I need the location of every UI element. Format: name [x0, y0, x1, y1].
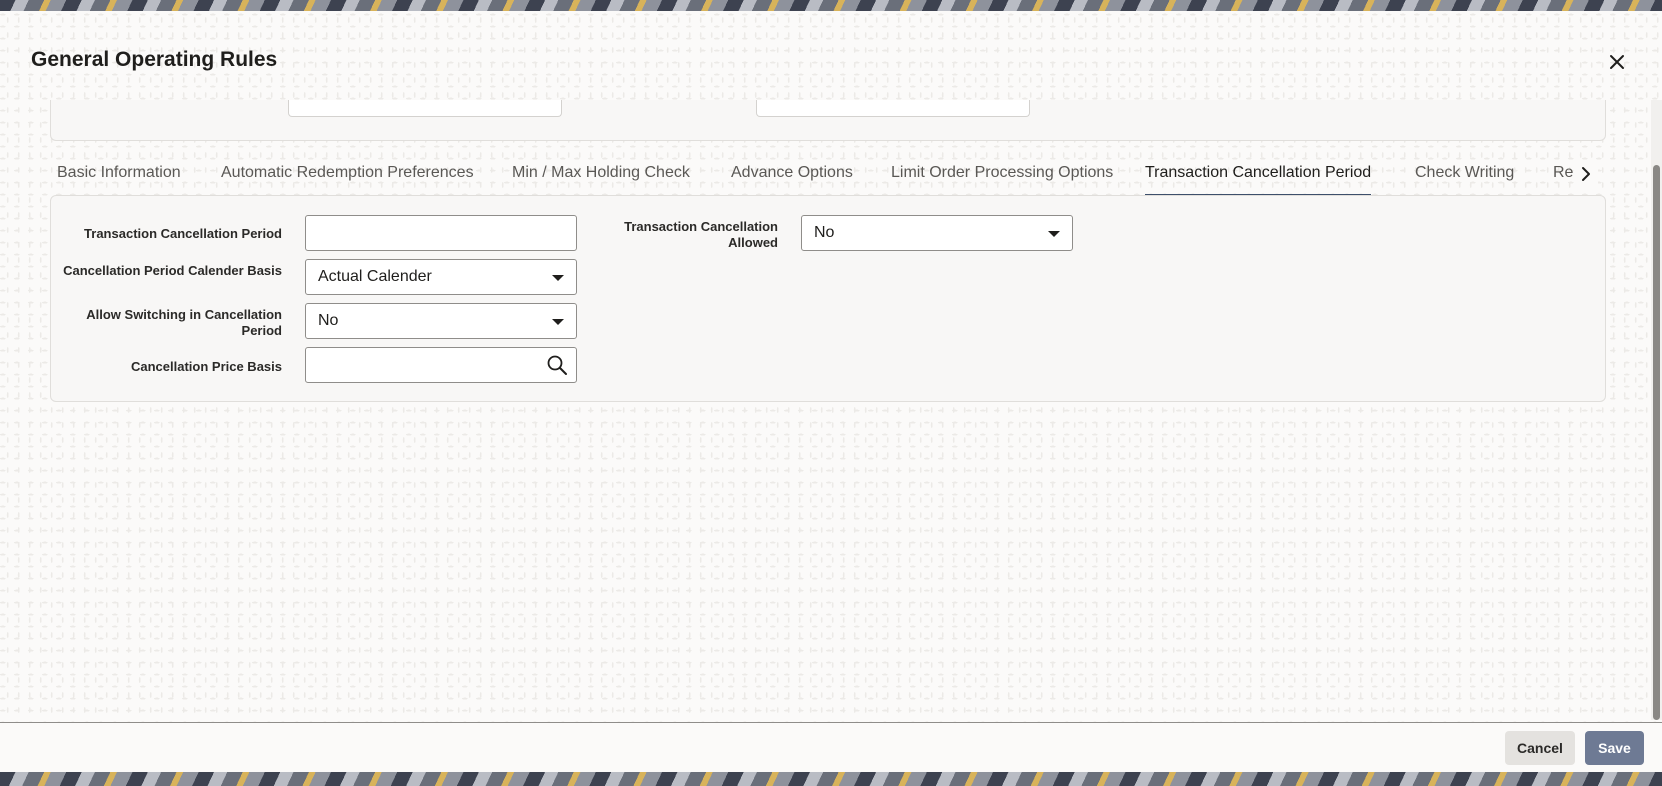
chevron-right-icon	[1582, 167, 1590, 181]
transaction-cancellation-period-text[interactable]	[318, 218, 538, 248]
save-button[interactable]: Save	[1585, 731, 1644, 765]
tab-truncated[interactable]: Re	[1553, 162, 1573, 194]
cancel-button[interactable]: Cancel	[1505, 731, 1575, 765]
tab-transaction-cancellation-period[interactable]: Transaction Cancellation Period	[1145, 162, 1372, 196]
cancellation-price-basis-text[interactable]	[318, 350, 538, 380]
close-icon	[1610, 55, 1624, 69]
close-button[interactable]	[1604, 49, 1630, 75]
scrollbar-thumb[interactable]	[1653, 165, 1660, 720]
top-decorative-strip	[0, 0, 1662, 11]
allow-switching-value: No	[318, 312, 339, 329]
search-icon[interactable]	[546, 354, 568, 376]
tab-scroll-right-button[interactable]	[1574, 160, 1598, 188]
label-allow-switching: Allow Switching in Cancellation Period	[86, 307, 282, 338]
cancellation-period-calender-basis-select[interactable]: Actual Calender	[305, 259, 577, 295]
tab-limit-order-processing-options[interactable]: Limit Order Processing Options	[891, 162, 1113, 194]
tab-basic-information[interactable]: Basic Information	[57, 162, 181, 194]
caret-down-icon	[1048, 231, 1060, 237]
bottom-decorative-strip	[0, 772, 1662, 786]
header-field-2[interactable]	[756, 100, 1030, 117]
header-panel	[50, 100, 1606, 141]
label-cancellation-price-basis: Cancellation Price Basis	[130, 359, 282, 374]
label-transaction-cancellation-period: Transaction Cancellation Period	[84, 226, 282, 241]
tab-automatic-redemption-preferences[interactable]: Automatic Redemption Preferences	[221, 162, 474, 194]
transaction-cancellation-allowed-value: No	[814, 224, 835, 241]
transaction-cancellation-period-input[interactable]	[305, 215, 577, 251]
label-transaction-cancellation-allowed: Transaction Cancellation Allowed	[624, 219, 778, 250]
allow-switching-select[interactable]: No	[305, 303, 577, 339]
tab-min-max-holding-check[interactable]: Min / Max Holding Check	[512, 162, 690, 194]
cancellation-price-basis-input[interactable]	[305, 347, 577, 383]
label-cancellation-period-calender-basis: Cancellation Period Calender Basis	[63, 263, 282, 278]
tab-advance-options[interactable]: Advance Options	[731, 162, 853, 194]
tab-check-writing[interactable]: Check Writing	[1415, 162, 1514, 194]
transaction-cancellation-allowed-select[interactable]: No	[801, 215, 1073, 251]
header-field-1[interactable]	[288, 100, 562, 117]
cancellation-period-calender-basis-value: Actual Calender	[318, 268, 432, 285]
caret-down-icon	[552, 275, 564, 281]
dialog-footer: Cancel Save	[0, 722, 1662, 773]
caret-down-icon	[552, 319, 564, 325]
tab-bar: Basic Information Automatic Redemption P…	[50, 162, 1600, 196]
dialog-title: General Operating Rules	[31, 48, 278, 71]
